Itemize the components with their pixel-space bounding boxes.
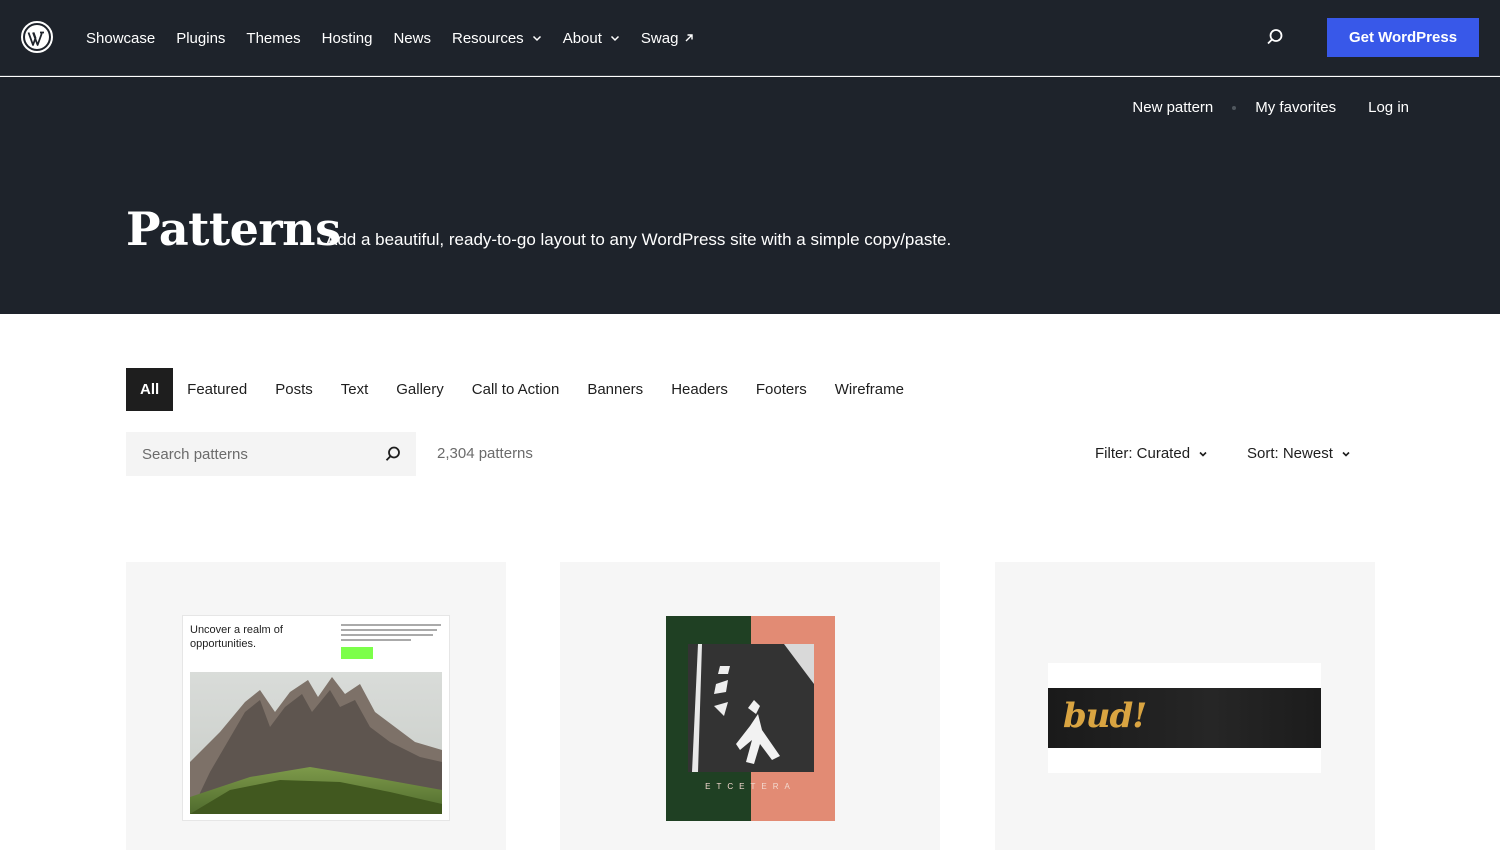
wordpress-logo-icon[interactable] [21,21,53,53]
nav-resources[interactable]: Resources [452,30,542,47]
page-description: Add a beautiful, ready-to-go layout to a… [326,230,952,249]
global-header: Showcase Plugins Themes Hosting News Res… [0,0,1500,76]
log-in-link[interactable]: Log in [1368,99,1409,116]
nav-label: Themes [246,29,301,47]
category-wireframe[interactable]: Wireframe [821,368,918,411]
sort-label: Sort: Newest [1247,445,1333,462]
pattern-card[interactable]: ETCETERA [560,562,940,850]
separator-dot [1232,105,1237,110]
category-text[interactable]: Text [327,368,383,411]
category-headers[interactable]: Headers [657,368,742,411]
category-banners[interactable]: Banners [573,368,657,411]
road-image [688,644,814,772]
nav-label: Resources [451,29,524,47]
get-wordpress-button[interactable]: Get WordPress [1327,18,1479,57]
category-gallery[interactable]: Gallery [382,368,458,411]
preview-brand-word: ETCETERA [705,782,796,791]
category-tabs: All Featured Posts Text Gallery Call to … [126,368,918,411]
filter-label: Filter: Curated [1095,445,1191,462]
nav-about[interactable]: About [563,30,620,47]
nav-label: News [393,29,431,47]
nav-label: Showcase [86,29,156,47]
nav-hosting[interactable]: Hosting [322,30,373,47]
chevron-down-icon [1199,451,1207,457]
sort-dropdown[interactable]: Sort: Newest [1247,445,1351,462]
nav-label: Swag [640,29,679,47]
preview-button [341,647,373,659]
category-footers[interactable]: Footers [742,368,821,411]
category-posts[interactable]: Posts [261,368,327,411]
search-icon[interactable] [1265,27,1285,47]
nav-label: Hosting [321,29,373,47]
nav-plugins[interactable]: Plugins [176,30,225,47]
category-featured[interactable]: Featured [173,368,261,411]
filter-dropdown[interactable]: Filter: Curated [1095,445,1208,462]
search-input[interactable] [126,432,376,476]
my-favorites-link[interactable]: My favorites [1255,99,1336,116]
nav-showcase[interactable]: Showcase [86,30,155,47]
preview-banner: bud! [1048,688,1321,748]
nav-swag[interactable]: Swag [641,30,695,47]
nav-label: Plugins [176,29,226,47]
pattern-card[interactable]: Uncover a realm of opportunities. [126,562,506,850]
nav-label: About [562,29,602,47]
search-icon[interactable] [384,445,402,463]
chevron-down-icon [610,35,619,42]
main-nav: Showcase Plugins Themes Hosting News Res… [86,0,715,76]
category-all[interactable]: All [126,368,174,411]
preview-heading: Uncover a realm of opportunities. [190,624,283,650]
nav-news[interactable]: News [393,30,431,47]
chevron-down-icon [1342,451,1350,457]
pattern-count: 2,304 patterns [437,445,533,462]
external-link-icon [685,34,694,42]
chevron-down-icon [532,35,541,42]
mountain-image [190,672,442,814]
pattern-preview: Uncover a realm of opportunities. [183,616,449,820]
hero-section: New pattern My favorites Log in Patterns… [0,77,1500,314]
patterns-subnav: New pattern My favorites Log in [1132,99,1409,116]
pattern-card[interactable]: bud! [995,562,1375,850]
page-title: Patterns [126,202,341,256]
preview-brand-word: bud! [1063,696,1147,736]
pattern-preview: bud! [1048,663,1321,773]
pattern-preview: ETCETERA [666,616,835,821]
search-box [126,432,416,476]
preview-text-lines [341,624,441,644]
category-call-to-action[interactable]: Call to Action [458,368,574,411]
nav-themes[interactable]: Themes [246,30,300,47]
new-pattern-link[interactable]: New pattern [1132,99,1213,116]
